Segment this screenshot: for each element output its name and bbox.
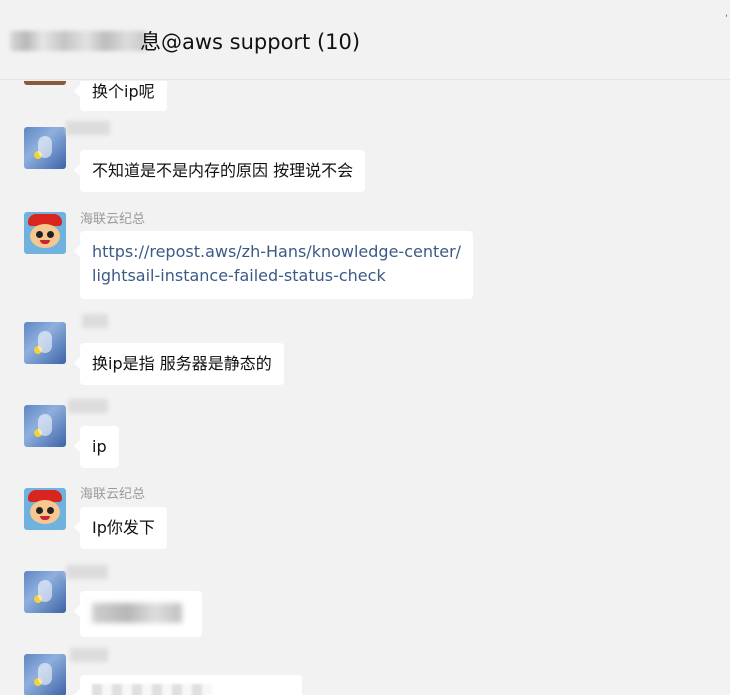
- avatar[interactable]: [24, 654, 66, 695]
- link-line[interactable]: https://repost.aws/zh-Hans/knowledge-cen…: [92, 240, 461, 264]
- message-text: 换ip是指 服务器是静态的: [92, 354, 272, 373]
- message-text: 换个ip呢: [92, 82, 155, 101]
- message-bubble[interactable]: ip: [74, 426, 119, 468]
- blurred-sender-name: [70, 648, 108, 662]
- blurred-attachment-preview: [92, 684, 212, 695]
- blurred-sender-name: [68, 399, 108, 413]
- sender-name: 海联云纪总: [80, 487, 146, 502]
- avatar[interactable]: [24, 212, 66, 254]
- eye-icon: [47, 507, 54, 514]
- chat-window: 息@aws support (10) ‘ 换个ip呢 不知道是不是内存的原因 按…: [0, 0, 730, 695]
- message-text: 不知道是不是内存的原因 按理说不会: [92, 161, 354, 180]
- face-icon: [30, 224, 60, 248]
- message-text: ip: [92, 437, 107, 456]
- message-bubble[interactable]: [74, 675, 302, 695]
- scrollbar[interactable]: [724, 81, 730, 695]
- avatar[interactable]: [24, 405, 66, 447]
- message-bubble[interactable]: [74, 591, 202, 637]
- link-line[interactable]: lightsail-instance-failed-status-check: [92, 264, 461, 288]
- message-list[interactable]: 换个ip呢 不知道是不是内存的原因 按理说不会 海联云纪总 https://re…: [0, 81, 730, 695]
- message-bubble[interactable]: 换个ip呢: [74, 81, 167, 111]
- chat-title[interactable]: 息@aws support (10): [140, 26, 360, 56]
- chat-header: 息@aws support (10) ‘: [0, 0, 730, 80]
- link-bubble[interactable]: https://repost.aws/zh-Hans/knowledge-cen…: [73, 231, 474, 299]
- sender-name: 海联云纪总: [80, 212, 146, 227]
- message-text: Ip你发下: [92, 518, 155, 537]
- message-bubble[interactable]: Ip你发下: [74, 507, 167, 549]
- avatar[interactable]: [24, 322, 66, 364]
- blurred-message-text: [92, 602, 182, 623]
- blurred-sender-name: [66, 565, 108, 579]
- avatar[interactable]: [24, 81, 66, 85]
- eye-icon: [36, 231, 43, 238]
- blurred-sender-name: [66, 121, 110, 135]
- blurred-group-name: [10, 31, 146, 51]
- eye-icon: [36, 507, 43, 514]
- message-bubble[interactable]: 不知道是不是内存的原因 按理说不会: [73, 150, 366, 192]
- avatar[interactable]: [24, 488, 66, 530]
- message-bubble[interactable]: 换ip是指 服务器是静态的: [74, 343, 284, 385]
- blurred-sender-name: [82, 314, 108, 328]
- face-icon: [30, 500, 60, 524]
- eye-icon: [47, 231, 54, 238]
- avatar[interactable]: [24, 127, 66, 169]
- avatar[interactable]: [24, 571, 66, 613]
- corner-mark: ‘: [725, 14, 728, 24]
